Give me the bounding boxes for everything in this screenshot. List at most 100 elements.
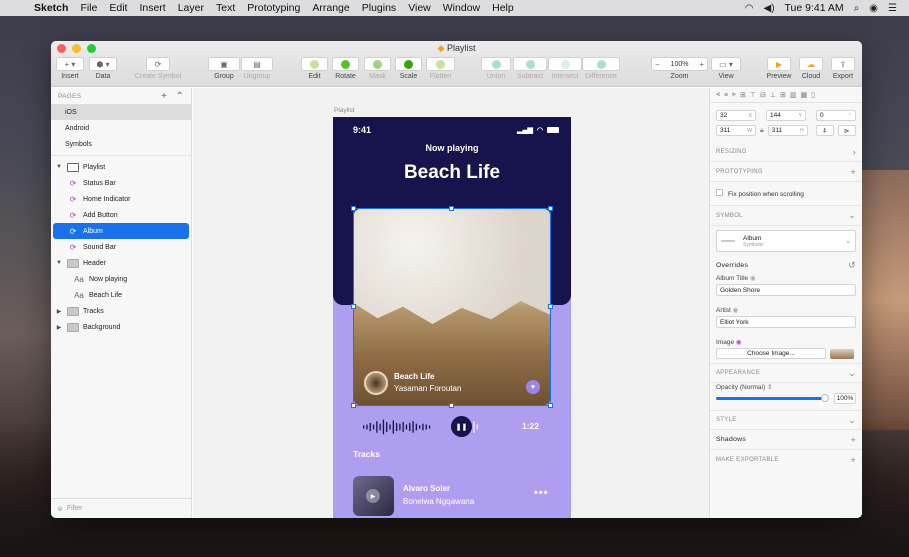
layer-text-now-playing[interactable]: Aa Now playing <box>51 271 191 287</box>
reset-overrides-icon[interactable]: ↺ <box>848 260 856 271</box>
zoom-stepper[interactable]: − 100% + <box>651 57 708 71</box>
layer-status-bar[interactable]: ⟳ Status Bar <box>51 175 191 191</box>
add-export-icon[interactable]: + <box>850 455 856 465</box>
disclosure-closed-icon[interactable]: ▶ <box>55 324 63 331</box>
song-title-text[interactable]: Beach Life <box>333 162 571 184</box>
chevron-right-icon[interactable]: › <box>853 147 856 157</box>
align-left-icon[interactable]: ⫷ <box>716 91 720 99</box>
opacity-field[interactable]: 100% <box>834 393 856 404</box>
disclosure-closed-icon[interactable]: ▶ <box>55 308 63 315</box>
width-field[interactable]: 311 W <box>716 125 756 136</box>
distribute-horizontal-icon[interactable]: ⊞ <box>740 91 746 99</box>
now-playing-text[interactable]: Now playing <box>333 143 571 153</box>
make-grid-icon[interactable]: ▦ <box>800 91 807 99</box>
page-item-ios[interactable]: iOS <box>51 104 191 120</box>
shadows-section[interactable]: Shadows + <box>710 430 862 450</box>
style-section[interactable]: STYLE ⌄ <box>710 410 862 430</box>
align-center-icon[interactable]: ≡ <box>724 92 728 99</box>
align-bottom-icon[interactable]: ⊥ <box>770 91 776 99</box>
layer-group-tracks[interactable]: ▶ Tracks <box>51 303 191 319</box>
spotlight-search-icon[interactable]: ⌕ <box>854 3 860 14</box>
menu-help[interactable]: Help <box>486 2 520 14</box>
make-exportable-section[interactable]: MAKE EXPORTABLE + <box>710 450 862 470</box>
menu-arrange[interactable]: Arrange <box>306 2 355 14</box>
subtract-tool[interactable]: Subtract <box>513 57 547 80</box>
layer-text-beach-life[interactable]: Aa Beach Life <box>51 287 191 303</box>
artboard-title[interactable]: Playlist <box>334 107 355 114</box>
chevron-down-icon[interactable]: ⌄ <box>848 368 856 379</box>
rotate-tool[interactable]: Rotate <box>332 57 359 80</box>
canvas[interactable]: Playlist 9:41 ▂▄▆ ◠ Now playing Beach Lif… <box>193 88 709 518</box>
export-tool[interactable]: ⇪ Export <box>828 57 858 80</box>
opacity-slider[interactable] <box>716 394 829 402</box>
zoom-control[interactable]: − 100% + Zoom <box>651 57 708 80</box>
siri-icon[interactable]: ◉ <box>869 3 878 14</box>
group-tool[interactable]: ▣ Group <box>208 57 240 80</box>
resize-handle[interactable] <box>449 206 454 211</box>
x-field[interactable]: 32 X <box>716 110 756 121</box>
ungroup-tool[interactable]: ▤ Ungroup <box>241 57 273 80</box>
symbol-section[interactable]: SYMBOL ⌄ <box>710 206 862 226</box>
fix-position-checkbox[interactable] <box>716 189 723 196</box>
opacity-slider-knob[interactable] <box>821 394 829 402</box>
volume-icon[interactable]: ◀) <box>764 3 775 14</box>
artist-field[interactable]: Elliot York <box>716 316 856 328</box>
image-thumbnail[interactable] <box>830 348 854 359</box>
layer-group-background[interactable]: ▶ Background <box>51 319 191 335</box>
height-field[interactable]: 311 H <box>767 125 808 136</box>
menu-app-name[interactable]: Sketch <box>28 2 74 14</box>
more-options-icon[interactable]: ••• <box>534 487 549 499</box>
pause-button[interactable]: ❚❚ <box>451 416 472 437</box>
disclosure-open-icon[interactable]: ▼ <box>55 260 63 266</box>
opacity-label[interactable]: Opacity (Normal) ⇕ <box>710 383 862 391</box>
menu-edit[interactable]: Edit <box>103 2 133 14</box>
resize-handle[interactable] <box>548 206 553 211</box>
mask-tool[interactable]: Mask <box>364 57 391 80</box>
layer-sound-bar[interactable]: ⟳ Sound Bar <box>51 239 191 255</box>
track-title[interactable]: Alvaro Soler <box>403 484 450 493</box>
difference-tool[interactable]: Difference <box>582 57 620 80</box>
edit-tool[interactable]: Edit <box>301 57 328 80</box>
layer-add-button[interactable]: ⟳ Add Button <box>51 207 191 223</box>
cloud-tool[interactable]: ☁ Cloud <box>797 57 825 80</box>
zoom-out-icon[interactable]: − <box>655 60 660 69</box>
track-artist[interactable]: Bonelwa Ngqawana <box>403 497 474 506</box>
lock-ratio-icon[interactable]: 🔒︎ <box>760 127 764 135</box>
insert-tool[interactable]: + ▾ Insert <box>56 57 84 80</box>
layer-home-indicator[interactable]: ⟳ Home Indicator <box>51 191 191 207</box>
y-field[interactable]: 144 Y <box>766 110 806 121</box>
union-tool[interactable]: Union <box>481 57 511 80</box>
notification-center-icon[interactable]: ☰ <box>888 3 897 14</box>
preview-tool[interactable]: ▶ Preview <box>763 57 795 80</box>
artboard-playlist[interactable]: 9:41 ▂▄▆ ◠ Now playing Beach Life Beach L… <box>333 117 571 518</box>
tracks-heading[interactable]: Tracks <box>353 449 380 459</box>
create-symbol-tool[interactable]: ⟳ Create Symbol <box>133 57 183 80</box>
resize-handle[interactable] <box>351 304 356 309</box>
menu-text[interactable]: Text <box>210 2 241 14</box>
flatten-tool[interactable]: Flatten <box>426 57 455 80</box>
disclosure-open-icon[interactable]: ▼ <box>55 164 63 170</box>
menu-view[interactable]: View <box>402 2 437 14</box>
view-tool[interactable]: ▭ ▾ View <box>711 57 741 80</box>
add-page-icon[interactable]: + <box>161 91 167 102</box>
menu-prototyping[interactable]: Prototyping <box>241 2 306 14</box>
align-top-icon[interactable]: ⊤ <box>750 91 756 99</box>
wifi-icon[interactable]: ◠ <box>745 3 754 14</box>
track-duration[interactable]: 1:22 <box>522 421 539 431</box>
menu-plugins[interactable]: Plugins <box>356 2 402 14</box>
layer-artboard-playlist[interactable]: ▼ Playlist <box>51 159 191 175</box>
resize-handle[interactable] <box>351 403 356 408</box>
align-middle-icon[interactable]: ⊟ <box>760 91 766 99</box>
resize-handle[interactable] <box>548 304 553 309</box>
flip-horizontal-button[interactable]: ⍋ <box>815 125 834 136</box>
status-bar[interactable]: 9:41 ▂▄▆ ◠ <box>353 125 559 135</box>
add-shadow-icon[interactable]: + <box>850 435 856 445</box>
menu-window[interactable]: Window <box>437 2 486 14</box>
scale-tool[interactable]: Scale <box>395 57 422 80</box>
flip-vertical-button[interactable]: ⊳ <box>837 125 856 136</box>
resize-handle[interactable] <box>351 206 356 211</box>
menubar-clock[interactable]: Tue 9:41 AM <box>785 2 844 14</box>
resizing-section[interactable]: RESIZING › <box>710 142 862 162</box>
align-right-icon[interactable]: ⫸ <box>732 91 736 99</box>
prototyping-section[interactable]: PROTOTYPING + <box>710 162 862 182</box>
